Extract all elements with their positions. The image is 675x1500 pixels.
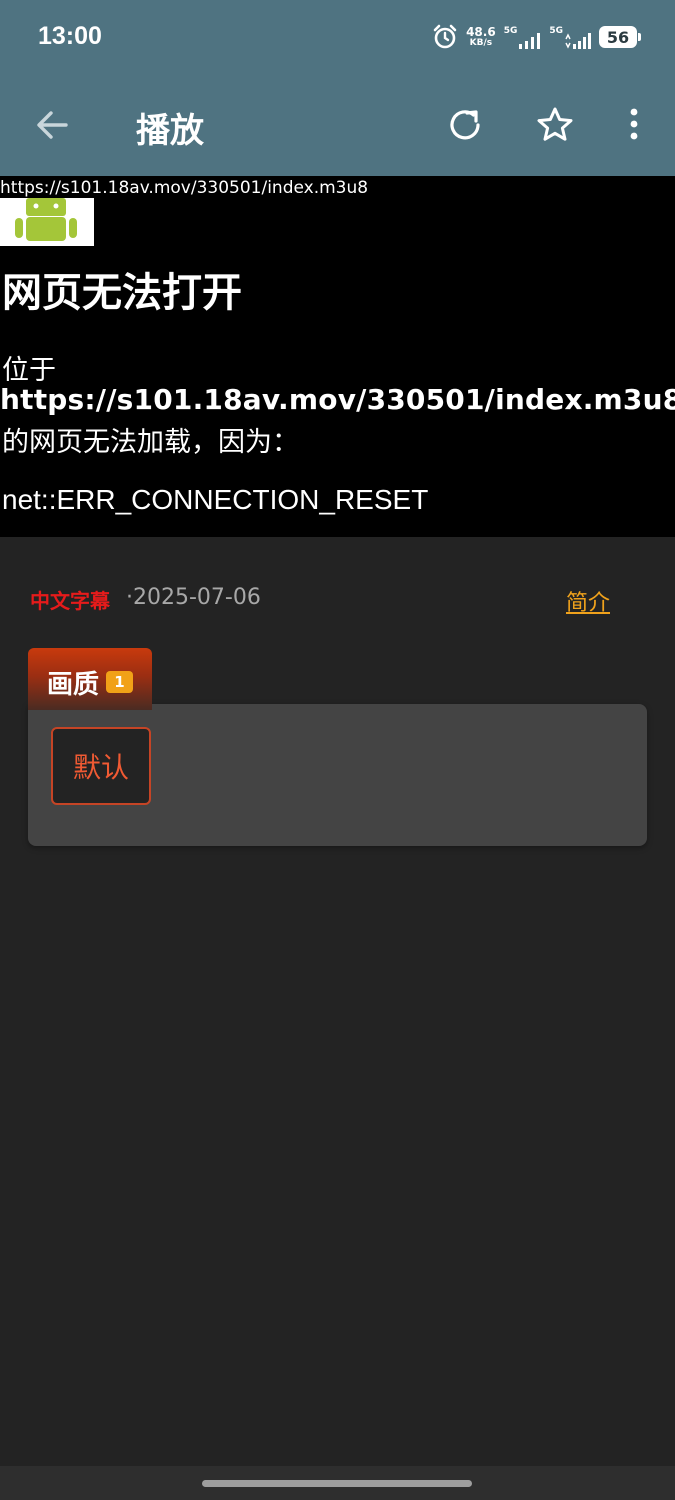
status-time: 13:00	[38, 22, 102, 50]
release-date: ·2025-07-06	[126, 585, 261, 610]
quality-label: 画质	[47, 670, 100, 700]
quality-panel: 默认	[28, 704, 647, 846]
error-url: https://s101.18av.mov/330501/index.m3u8	[0, 383, 675, 416]
quality-tab[interactable]: 画质 1	[28, 648, 152, 710]
signal-2: 5G	[549, 26, 591, 49]
back-arrow-icon[interactable]	[34, 107, 70, 143]
signal-1: 5G	[504, 26, 542, 49]
signal-bars-icon	[519, 32, 541, 49]
refresh-icon[interactable]	[445, 105, 485, 145]
webview-error-page[interactable]: https://s101.18av.mov/330501/index.m3u8 …	[0, 176, 675, 537]
quality-option-default[interactable]: 默认	[51, 727, 151, 805]
more-vert-icon[interactable]	[614, 105, 654, 145]
page-title: 播放	[136, 111, 204, 151]
star-icon[interactable]	[535, 105, 575, 145]
navigation-bar	[0, 1466, 675, 1500]
error-line-1: 位于	[2, 355, 56, 386]
intro-link[interactable]: 简介	[566, 585, 610, 617]
alarm-icon	[433, 24, 457, 49]
webview-url: https://s101.18av.mov/330501/index.m3u8	[0, 178, 369, 198]
quality-count-badge: 1	[106, 671, 133, 693]
signal-bars-data-icon	[565, 32, 591, 49]
subtitle-tag: 中文字幕	[30, 589, 110, 613]
app-bar: 播放	[0, 75, 675, 176]
status-icons: 48.6 KB/s 5G 5G 56	[432, 22, 641, 52]
network-speed: 48.6 KB/s	[466, 25, 496, 48]
error-code: net::ERR_CONNECTION_RESET	[2, 484, 429, 515]
video-meta: 中文字幕 ·2025-07-06 简介	[30, 585, 610, 617]
battery-indicator: 56	[599, 26, 641, 48]
error-heading: 网页无法打开	[2, 270, 242, 316]
error-line-3: 的网页无法加载，因为：	[2, 427, 299, 458]
gesture-handle[interactable]	[202, 1480, 472, 1487]
status-bar: 13:00 48.6 KB/s 5G 5G 56	[0, 0, 675, 75]
android-robot-icon	[0, 198, 94, 246]
